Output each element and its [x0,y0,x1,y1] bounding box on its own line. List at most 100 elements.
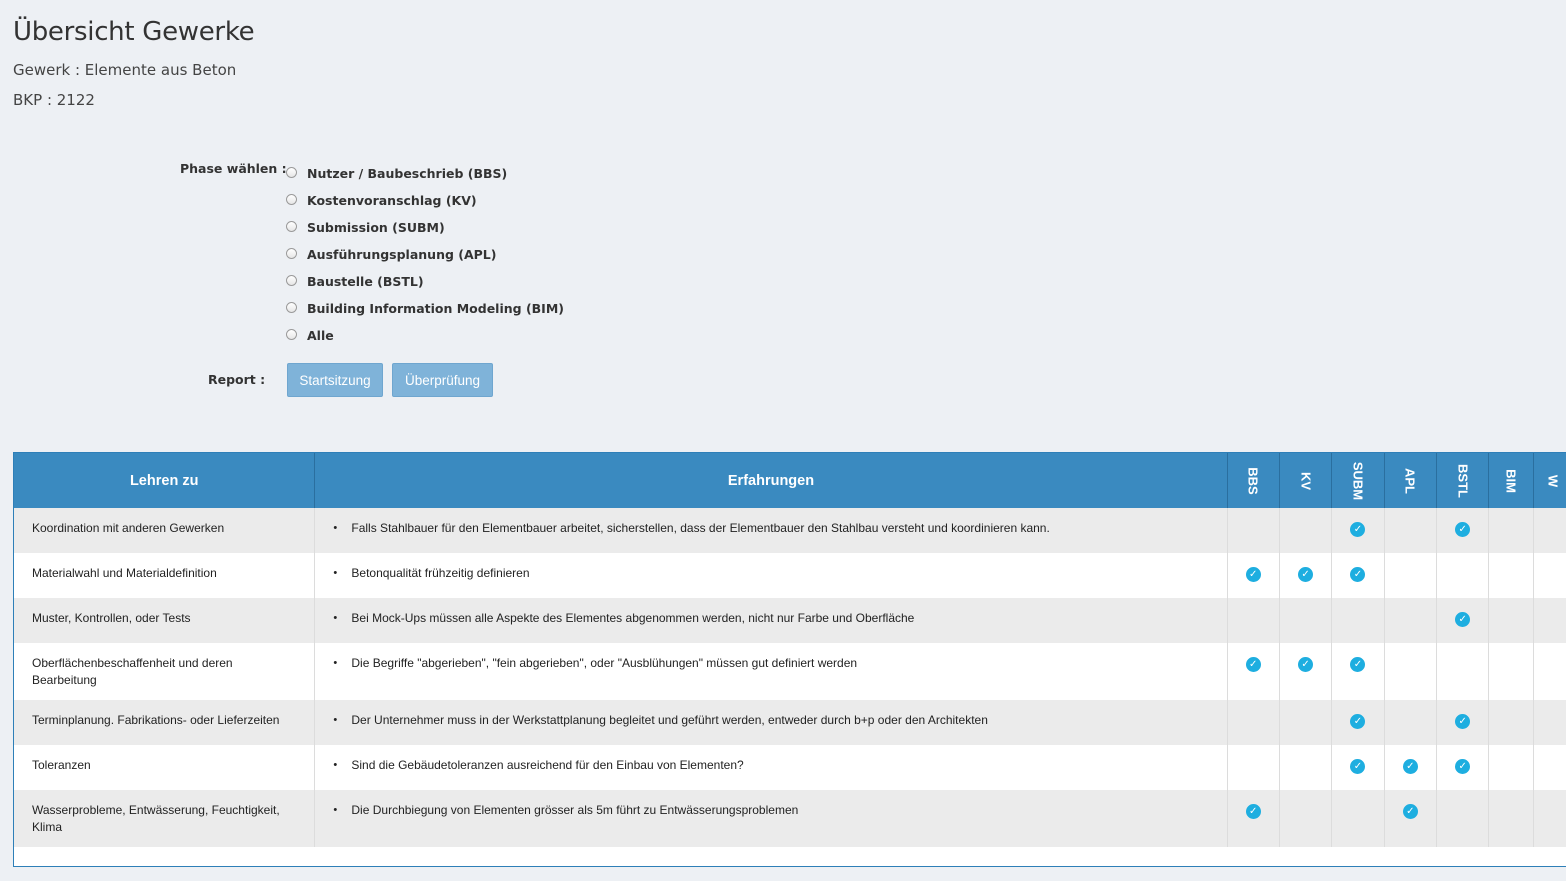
phase-option[interactable]: Building Information Modeling (BIM) [286,295,564,322]
check-circle-icon: ✓ [1350,567,1366,582]
phase-option-label: Building Information Modeling (BIM) [307,301,564,316]
phase-check-cell: ✓ [1331,643,1385,700]
table-row: Wasserprobleme, Entwässerung, Feuchtigke… [14,790,1566,847]
check-circle-icon: ✓ [1245,657,1261,672]
header-phase[interactable]: BIM [1488,453,1534,508]
lessons-table: Lehren zu Erfahrungen BBS KV SUBM APL BSTL BI… [14,453,1566,847]
bullet-dot: • [333,657,338,669]
report-label: Report : [208,372,266,387]
header-phase-label: BSTL [1455,463,1471,498]
phase-check-cell [1384,643,1438,700]
start-session-button[interactable]: Startsitzung [287,363,383,397]
check-circle-icon: ✓ [1350,657,1366,672]
bullet-dot: • [333,759,338,771]
gewerk-info: Gewerk : Elemente aus Beton [13,61,237,79]
table-row: Materialwahl und Materialdefinition • Beto… [14,553,1566,598]
check-circle-icon: ✓ [1402,759,1418,774]
phase-check-cell [1533,790,1566,847]
phase-check-cell: ✓ [1227,790,1280,847]
check-circle-icon: ✓ [1350,714,1366,729]
phase-option[interactable]: Nutzer / Baubeschrieb (BBS) [286,160,564,187]
experience-cell: • Bei Mock-Ups müssen alle Aspekte des El… [314,598,1228,643]
header-phase[interactable]: W [1533,453,1566,508]
header-phase-label: APL [1402,467,1418,494]
phase-option[interactable]: Alle [286,322,564,349]
phase-radio-group: Nutzer / Baubeschrieb (BBS) Kostenvoransc… [286,160,564,349]
phase-check-cell [1227,508,1280,553]
radio-button[interactable] [286,247,297,259]
phase-check-cell: ✓ [1331,700,1385,745]
header-phase[interactable]: BBS [1227,453,1280,508]
radio-button[interactable] [286,220,297,232]
check-circle-icon: ✓ [1245,804,1261,819]
phase-label: Phase wählen : [180,161,287,176]
table-header-row: Lehren zu Erfahrungen BBS KV SUBM APL BSTL BI… [14,453,1566,508]
header-phase-label: BBS [1245,466,1261,495]
phase-check-cell: ✓ [1279,643,1333,700]
experience-bullet: • Die Begriffe "abgerieben", "fein abgeri… [333,655,1226,672]
table-body: Koordination mit anderen Gewerken • Falls … [14,508,1566,847]
phase-check-cell [1384,598,1438,643]
phase-check-cell: ✓ [1436,700,1490,745]
phase-check-cell [1279,508,1333,553]
topic-cell: Oberflächenbeschaffenheit und deren Bear… [14,643,316,700]
phase-check-cell [1533,553,1566,598]
phase-option[interactable]: Kostenvoranschlag (KV) [286,187,564,214]
phase-option-label: Ausführungsplanung (APL) [307,247,497,262]
phase-option[interactable]: Submission (SUBM) [286,214,564,241]
phase-check-cell: ✓ [1331,745,1385,790]
check-circle-icon: ✓ [1298,657,1314,672]
experience-text: Der Unternehmer muss in der Werkstattpla… [351,713,988,727]
radio-button[interactable] [286,301,297,313]
phase-check-cell [1488,790,1534,847]
header-experience[interactable]: Erfahrungen [314,453,1228,508]
experience-bullet: • Der Unternehmer muss in der Werkstattpl… [333,712,1226,729]
topic-cell: Koordination mit anderen Gewerken [14,508,316,553]
phase-option-label: Baustelle (BSTL) [307,274,424,289]
phase-check-cell [1488,598,1534,643]
bkp-info: BKP : 2122 [13,91,95,109]
header-phase-label: W [1545,474,1561,487]
phase-check-cell [1533,700,1566,745]
header-phase[interactable]: BSTL [1436,453,1490,508]
check-circle-icon: ✓ [1245,567,1261,582]
radio-button[interactable] [286,328,297,340]
phase-option[interactable]: Baustelle (BSTL) [286,268,564,295]
phase-check-cell [1533,598,1566,643]
header-phase[interactable]: APL [1384,453,1438,508]
phase-check-cell [1488,700,1534,745]
table-row: Oberflächenbeschaffenheit und deren Bear… [14,643,1566,700]
phase-check-cell [1533,643,1566,700]
header-phase[interactable]: SUBM [1331,453,1385,508]
phase-check-cell [1227,745,1280,790]
phase-check-cell [1436,790,1490,847]
radio-button[interactable] [286,166,297,178]
table-row: Terminplanung. Fabrikations- oder Liefer… [14,700,1566,745]
experience-bullet: • Betonqualität frühzeitig definieren [333,565,1226,582]
bullet-dot: • [333,567,338,579]
check-circle-icon: ✓ [1402,804,1418,819]
header-phase[interactable]: KV [1279,453,1333,508]
header-topic[interactable]: Lehren zu [14,453,316,508]
phase-check-cell [1279,790,1333,847]
phase-check-cell: ✓ [1436,745,1490,790]
check-circle-icon: ✓ [1455,522,1471,537]
radio-button[interactable] [286,274,297,286]
phase-check-cell: ✓ [1384,790,1438,847]
topic-cell: Muster, Kontrollen, oder Tests [14,598,316,643]
experience-text: Bei Mock-Ups müssen alle Aspekte des Ele… [351,611,915,625]
phase-check-cell: ✓ [1227,553,1280,598]
phase-check-cell [1488,508,1534,553]
phase-check-cell [1227,700,1280,745]
radio-button[interactable] [286,193,297,205]
check-circle-icon: ✓ [1350,759,1366,774]
check-circle-icon: ✓ [1455,759,1471,774]
review-button[interactable]: Überprüfung [392,363,493,397]
phase-check-cell [1227,598,1280,643]
phase-option[interactable]: Ausführungsplanung (APL) [286,241,564,268]
phase-check-cell [1436,553,1490,598]
phase-check-cell [1384,700,1438,745]
experience-text: Betonqualität frühzeitig definieren [351,566,530,580]
phase-check-cell [1331,598,1385,643]
bullet-dot: • [333,522,338,534]
